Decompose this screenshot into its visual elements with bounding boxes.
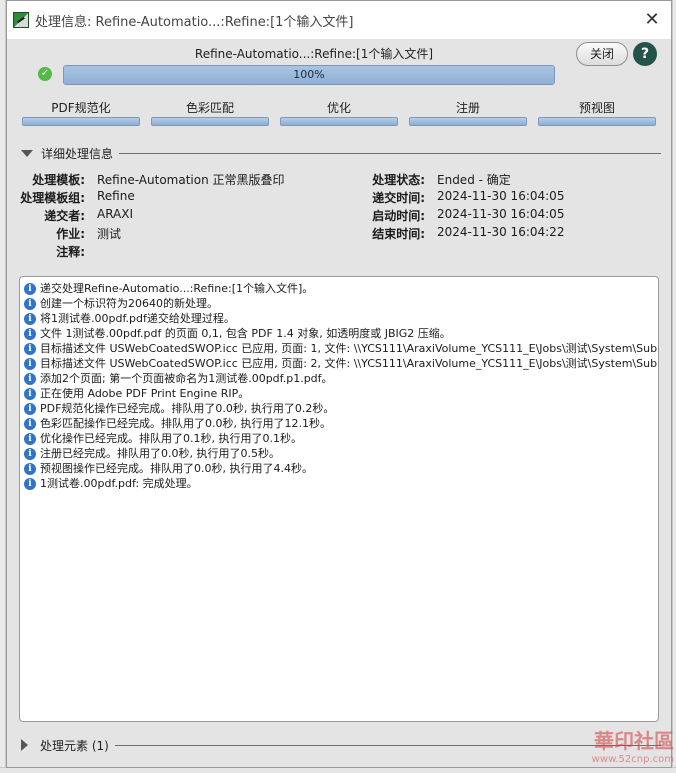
log-text: 色彩匹配操作已经完成。排队用了0.0秒, 执行用了12.1秒。 (40, 417, 331, 430)
step-register: 注册 (409, 99, 527, 127)
log-line: i 创建一个标识符为20640的新处理。 (20, 296, 658, 311)
log-text: 正在使用 Adobe PDF Print Engine RIP。 (40, 387, 250, 400)
step-label: 优化 (326, 101, 351, 115)
section-divider (119, 152, 661, 154)
window-close-icon[interactable]: ✕ (641, 9, 663, 31)
log-text: PDF规范化操作已经完成。排队用了0.0秒, 执行用了0.2秒。 (40, 402, 335, 415)
watermark-text: 華印社區 (594, 729, 674, 753)
log-text: 创建一个标识符为20640的新处理。 (40, 297, 218, 310)
info-value: 2024-11-30 16:04:22 (437, 225, 565, 239)
step-progress-bar (409, 117, 527, 126)
log-text: 添加2个页面; 第一个页面被命名为1测试卷.00pdf.p1.pdf。 (40, 372, 333, 385)
info-icon: i (24, 282, 36, 295)
step-preview: 预视图 (538, 99, 656, 127)
info-icon: i (24, 432, 36, 445)
expand-triangle-icon[interactable] (21, 149, 33, 157)
title-bar[interactable]: 处理信息: Refine-Automatio...:Refine:[1个输入文件… (7, 1, 671, 39)
info-value: 测试 (97, 227, 122, 241)
log-line: i 注册已经完成。排队用了0.0秒, 执行用了0.5秒。 (20, 446, 658, 461)
info-icon: i (24, 447, 36, 460)
log-text: 文件 1测试卷.00pdf.pdf 的页面 0,1, 包含 PDF 1.4 对象… (40, 327, 451, 340)
process-steps: PDF规范化 色彩匹配 优化 注册 预视图 (22, 99, 662, 127)
step-label: 预视图 (578, 101, 615, 115)
success-check-icon: ✓ (38, 67, 52, 81)
info-value: Refine (97, 189, 135, 203)
info-icon: i (24, 297, 36, 310)
background-window-edge-right (672, 0, 676, 773)
log-text: 目标描述文件 USWebCoatedSWOP.icc 已应用, 页面: 1, 文… (40, 342, 659, 355)
info-value: 2024-11-30 16:04:05 (437, 207, 565, 221)
log-line: i 递交处理Refine-Automatio...:Refine:[1个输入文件]… (20, 281, 658, 296)
info-icon: i (24, 402, 36, 415)
info-key: 递交者: (44, 209, 85, 223)
info-key: 启动时间: (372, 209, 425, 223)
step-progress-bar (538, 117, 656, 126)
log-text: 注册已经完成。排队用了0.0秒, 执行用了0.5秒。 (40, 447, 280, 460)
step-progress-bar (22, 117, 140, 126)
log-line: i 色彩匹配操作已经完成。排队用了0.0秒, 执行用了12.1秒。 (20, 416, 658, 431)
log-line: i 预视图操作已经完成。排队用了0.0秒, 执行用了4.4秒。 (20, 461, 658, 476)
log-line: i 将1测试卷.00pdf.pdf递交给处理过程。 (20, 311, 658, 326)
progress-bar: 100% (63, 65, 555, 85)
log-text: 将1测试卷.00pdf.pdf递交给处理过程。 (40, 312, 235, 325)
log-line: i 优化操作已经完成。排队用了0.1秒, 执行用了0.1秒。 (20, 431, 658, 446)
info-key: 递交时间: (372, 191, 425, 205)
processing-info-dialog: 处理信息: Refine-Automatio...:Refine:[1个输入文件… (6, 0, 672, 768)
info-value: Refine-Automation 正常黑版叠印 (97, 173, 285, 187)
log-line: i 正在使用 Adobe PDF Print Engine RIP。 (20, 386, 658, 401)
info-icon: i (24, 357, 36, 370)
step-label: PDF规范化 (51, 101, 111, 115)
log-text: 优化操作已经完成。排队用了0.1秒, 执行用了0.1秒。 (40, 432, 302, 445)
info-key: 结束时间: (372, 227, 425, 241)
info-icon: i (24, 372, 36, 385)
info-icon: i (24, 417, 36, 430)
details-section-title: 详细处理信息 (41, 146, 114, 161)
info-key: 处理状态: (372, 173, 425, 187)
watermark-url: www.52cnp.com (591, 754, 674, 765)
log-line: i 1测试卷.00pdf.pdf: 完成处理。 (20, 476, 658, 491)
step-progress-bar (151, 117, 269, 126)
info-value: 2024-11-30 16:04:05 (437, 189, 565, 203)
log-text: 递交处理Refine-Automatio...:Refine:[1个输入文件]。 (40, 282, 314, 295)
info-value: ARAXI (97, 207, 134, 221)
log-text: 预视图操作已经完成。排队用了0.0秒, 执行用了4.4秒。 (40, 462, 313, 475)
step-optimize: 优化 (280, 99, 398, 127)
info-key: 处理模板组: (20, 191, 85, 205)
info-icon: i (24, 327, 36, 340)
watermark-logo: 華印社區 www.52cnp.com (534, 725, 674, 771)
window-title: 处理信息: Refine-Automatio...:Refine:[1个输入文件… (35, 14, 354, 30)
info-icon: i (24, 342, 36, 355)
log-line: i 添加2个页面; 第一个页面被命名为1测试卷.00pdf.p1.pdf。 (20, 371, 658, 386)
progress-label: 100% (293, 68, 325, 81)
elements-section-title: 处理元素 (1) (40, 738, 109, 753)
info-key: 注释: (56, 245, 85, 259)
step-label: 注册 (455, 101, 480, 115)
log-list[interactable]: i 递交处理Refine-Automatio...:Refine:[1个输入文件]… (19, 276, 659, 722)
info-key: 作业: (56, 227, 85, 241)
log-text: 1测试卷.00pdf.pdf: 完成处理。 (40, 477, 198, 490)
log-line: i 目标描述文件 USWebCoatedSWOP.icc 已应用, 页面: 2, … (20, 356, 658, 371)
collapse-triangle-icon[interactable] (21, 739, 28, 751)
details-section-header[interactable]: 详细处理信息 (21, 145, 661, 161)
info-icon: i (24, 462, 36, 475)
step-progress-bar (280, 117, 398, 126)
info-key: 处理模板: (32, 173, 85, 187)
log-line: i 文件 1测试卷.00pdf.pdf 的页面 0,1, 包含 PDF 1.4 对… (20, 326, 658, 341)
info-icon: i (24, 387, 36, 400)
details-grid: 处理模板: Refine-Automation 正常黑版叠印 处理模板组: Re… (7, 171, 673, 261)
step-label: 色彩匹配 (185, 101, 234, 115)
step-pdf-normalize: PDF规范化 (22, 99, 140, 127)
step-color-match: 色彩匹配 (151, 99, 269, 127)
info-icon: i (24, 477, 36, 490)
help-icon[interactable]: ? (633, 42, 657, 66)
log-line: i 目标描述文件 USWebCoatedSWOP.icc 已应用, 页面: 1, … (20, 341, 658, 356)
log-text: 目标描述文件 USWebCoatedSWOP.icc 已应用, 页面: 2, 文… (40, 357, 659, 370)
job-caption: Refine-Automatio...:Refine:[1个输入文件] (194, 47, 434, 61)
log-line: i PDF规范化操作已经完成。排队用了0.0秒, 执行用了0.2秒。 (20, 401, 658, 416)
info-value: Ended - 确定 (437, 173, 511, 187)
app-icon (13, 12, 29, 28)
info-icon: i (24, 312, 36, 325)
close-button[interactable]: 关闭 (576, 42, 628, 66)
